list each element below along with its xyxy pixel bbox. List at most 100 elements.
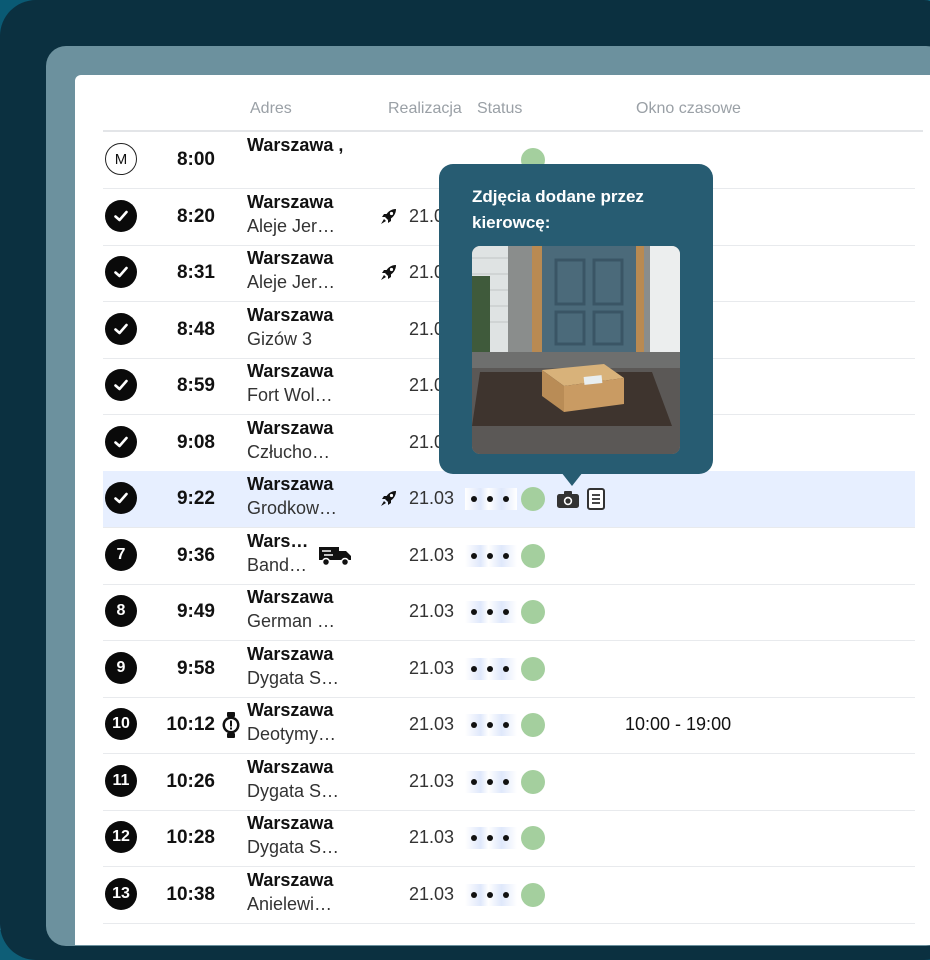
photo-popup: Zdjęcia dodane przez kierowcę: bbox=[439, 164, 713, 474]
realization-date: 21.03 bbox=[409, 714, 455, 734]
stop-time: 10:12 bbox=[166, 714, 215, 735]
stop-address: Grodkow… bbox=[247, 498, 338, 518]
realization-date: 21.03 bbox=[409, 657, 455, 678]
stop-number-badge: 7 bbox=[105, 538, 137, 571]
stop-number-badge: 8 bbox=[105, 595, 137, 627]
completed-check-icon bbox=[105, 312, 137, 345]
route-stop-row[interactable]: 7 9:36 Wars… Band… 21.03 bbox=[103, 528, 915, 585]
completed-check-icon bbox=[105, 425, 137, 458]
stop-address: Gizów 3 bbox=[247, 328, 313, 349]
stop-address: Aleje Jer… bbox=[247, 272, 336, 292]
stop-time: 9:49 bbox=[176, 601, 215, 622]
stop-city: Warszawa bbox=[247, 587, 334, 607]
stop-number-badge: 10 bbox=[105, 708, 137, 740]
status-indicator bbox=[521, 656, 545, 681]
status-indicator bbox=[521, 487, 545, 511]
stop-time: 9:08 bbox=[176, 431, 215, 453]
route-stop-row[interactable]: 13 10:38 Warszawa Anielewi… 21.03 bbox=[103, 867, 915, 924]
stop-time: 9:22 bbox=[176, 488, 215, 509]
status-indicator bbox=[521, 826, 545, 850]
column-header-address[interactable]: Adres bbox=[250, 100, 292, 118]
stop-time: 9:58 bbox=[176, 657, 215, 679]
stop-number-badge: 11 bbox=[105, 764, 137, 797]
route-stop-row[interactable]: 9 9:58 Warszawa Dygata S… 21.03 bbox=[103, 641, 915, 698]
stop-city: Warszawa bbox=[247, 248, 334, 268]
status-dots-icon[interactable] bbox=[465, 770, 517, 793]
stop-city: Wars… bbox=[247, 530, 309, 551]
stop-city: Warszawa bbox=[247, 756, 334, 777]
status-indicator bbox=[521, 769, 545, 794]
start-point-badge: M bbox=[105, 143, 137, 175]
column-header-realization[interactable]: Realizacja bbox=[388, 100, 462, 118]
stop-time: 10:38 bbox=[166, 883, 215, 905]
camera-icon[interactable] bbox=[557, 490, 579, 508]
stop-address: Anielewi… bbox=[247, 893, 333, 914]
document-icon[interactable] bbox=[587, 488, 605, 510]
time-window-warning-icon[interactable] bbox=[221, 712, 241, 738]
stop-time: 8:31 bbox=[176, 262, 215, 283]
stop-time: 10:28 bbox=[166, 827, 215, 848]
route-stop-row[interactable]: 10 10:12 Warszawa Deotymy… 21.03 10:00 - 19:0… bbox=[103, 697, 915, 754]
stop-address: Dygata S… bbox=[247, 667, 340, 688]
status-dots-icon[interactable] bbox=[465, 544, 517, 567]
stop-city: Warszawa bbox=[247, 417, 334, 438]
rocket-icon bbox=[379, 488, 399, 508]
status-dots-icon[interactable] bbox=[465, 601, 517, 623]
status-dots-icon[interactable] bbox=[465, 488, 517, 510]
stop-city: Warszawa bbox=[247, 474, 334, 494]
rocket-icon bbox=[379, 206, 399, 226]
completed-check-icon bbox=[105, 369, 137, 401]
column-header-time-window[interactable]: Okno czasowe bbox=[636, 100, 741, 118]
realization-date: 21.03 bbox=[409, 601, 455, 621]
stop-address: Deotymy… bbox=[247, 724, 337, 744]
stop-city: Warszawa bbox=[247, 643, 334, 664]
route-stop-row[interactable]: 9:22 Warszawa Grodkow… 21.03 bbox=[103, 471, 915, 528]
status-indicator bbox=[521, 543, 545, 568]
status-indicator bbox=[521, 713, 545, 737]
completed-check-icon bbox=[105, 199, 137, 232]
time-window-value: 10:00 - 19:00 bbox=[625, 714, 732, 734]
status-indicator bbox=[521, 882, 545, 907]
stop-number-badge: 9 bbox=[105, 651, 137, 684]
realization-date: 21.03 bbox=[409, 770, 455, 791]
status-dots-icon[interactable] bbox=[465, 827, 517, 849]
stop-time: 8:20 bbox=[176, 205, 215, 227]
stop-address: Człucho… bbox=[247, 441, 331, 462]
completed-check-icon bbox=[105, 482, 137, 514]
realization-date: 21.03 bbox=[409, 544, 455, 565]
route-stop-row[interactable]: 11 10:26 Warszawa Dygata S… 21.03 bbox=[103, 754, 915, 811]
status-dots-icon[interactable] bbox=[465, 883, 517, 906]
popup-pointer bbox=[561, 472, 583, 486]
stop-address: Band… bbox=[247, 554, 308, 575]
delivery-photo[interactable] bbox=[472, 246, 680, 454]
stop-city: Warszawa bbox=[247, 700, 334, 720]
stop-address: Fort Wol… bbox=[247, 385, 333, 405]
stop-number-badge: 13 bbox=[105, 877, 137, 910]
stop-city: Warszawa bbox=[247, 361, 334, 381]
column-header-status[interactable]: Status bbox=[477, 100, 522, 118]
stop-time: 9:36 bbox=[176, 544, 215, 566]
stop-city: Warszawa , bbox=[247, 135, 344, 155]
realization-date: 21.03 bbox=[409, 488, 455, 508]
status-dots-icon[interactable] bbox=[465, 714, 517, 736]
popup-title: Zdjęcia dodane przez kierowcę: bbox=[472, 187, 644, 232]
stop-time: 10:26 bbox=[166, 770, 215, 792]
status-indicator bbox=[521, 600, 545, 624]
route-stop-row[interactable]: 12 10:28 Warszawa Dygata S… 21.03 bbox=[103, 810, 915, 867]
completed-check-icon bbox=[105, 256, 137, 288]
route-stop-row[interactable]: 8 9:49 Warszawa German … 21.03 bbox=[103, 584, 915, 641]
truck-icon bbox=[319, 543, 353, 567]
stop-city: Warszawa bbox=[247, 304, 334, 325]
stop-address: German … bbox=[247, 611, 336, 631]
stop-time: 8:48 bbox=[176, 318, 215, 340]
realization-date: 21.03 bbox=[409, 883, 455, 904]
status-dots-icon[interactable] bbox=[465, 657, 517, 680]
stop-address: Dygata S… bbox=[247, 780, 340, 801]
stop-city: Warszawa bbox=[247, 191, 334, 212]
rocket-icon bbox=[379, 262, 399, 282]
stop-address: Dygata S… bbox=[247, 837, 340, 857]
realization-date: 21.03 bbox=[409, 827, 455, 847]
stop-time: 8:59 bbox=[176, 375, 215, 396]
stop-number-badge: 12 bbox=[105, 821, 137, 853]
stop-address: Aleje Jer… bbox=[247, 215, 336, 236]
